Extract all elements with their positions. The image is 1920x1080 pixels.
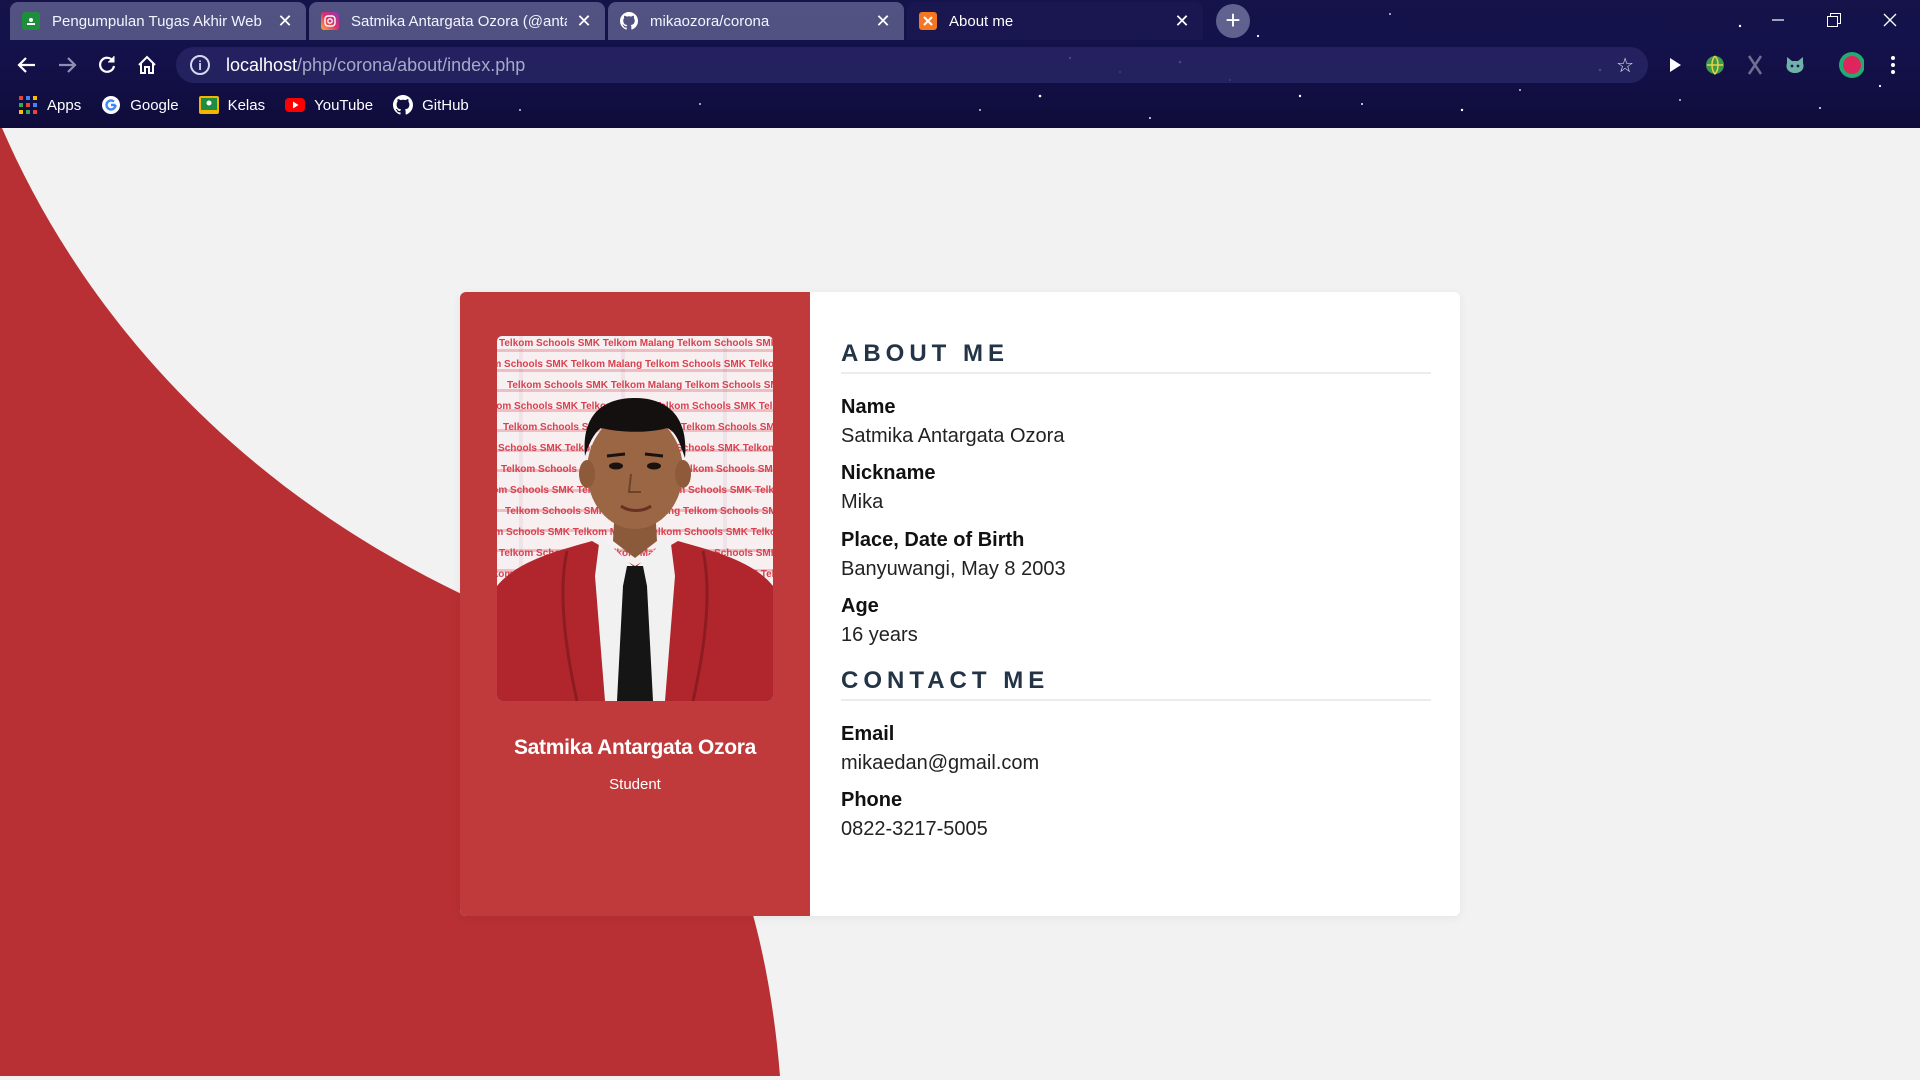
- profile-role: Student: [609, 776, 661, 793]
- google-classroom-icon: [22, 12, 40, 30]
- minimize-button[interactable]: [1750, 0, 1806, 40]
- bookmark-youtube[interactable]: YouTube: [285, 95, 373, 115]
- github-icon: [393, 95, 414, 115]
- home-icon: [138, 55, 156, 74]
- tab-classroom[interactable]: Pengumpulan Tugas Akhir Web ✕: [10, 2, 306, 40]
- field-label-nickname: Nickname: [841, 462, 936, 484]
- bookmark-google[interactable]: Google: [101, 95, 179, 115]
- close-tab-icon[interactable]: ✕: [1173, 11, 1191, 31]
- about-me-heading: ABOUT ME: [841, 340, 1009, 367]
- field-value-name: Satmika Antargata Ozora: [841, 425, 1065, 447]
- field-value-phone: 0822-3217-5005: [841, 818, 988, 840]
- home-button[interactable]: [130, 48, 164, 82]
- close-tab-icon[interactable]: ✕: [276, 11, 294, 31]
- close-tab-icon[interactable]: ✕: [575, 11, 593, 31]
- field-value-age: 16 years: [841, 624, 918, 646]
- close-icon: [1883, 13, 1897, 27]
- x-extension-icon[interactable]: [1742, 52, 1768, 78]
- forward-arrow-icon: [59, 57, 77, 73]
- menu-button[interactable]: [1880, 52, 1906, 78]
- google-classroom-icon: [198, 95, 219, 115]
- apps-grid-icon: [18, 95, 38, 115]
- globe-extension-icon[interactable]: [1702, 52, 1728, 78]
- bookmark-label: GitHub: [422, 96, 469, 114]
- bookmark-apps[interactable]: Apps: [18, 95, 81, 115]
- restore-icon: [1827, 13, 1841, 27]
- bookmarks-bar: Apps Google Kelas YouTube GitHub: [0, 90, 1920, 120]
- field-label-birth: Place, Date of Birth: [841, 529, 1025, 551]
- bookmark-kelas[interactable]: Kelas: [198, 95, 266, 115]
- student-portrait: [497, 398, 773, 701]
- page-viewport: Telkom Schools SMK Telkom Malang Telkom …: [0, 128, 1920, 1076]
- bookmark-star-icon[interactable]: ☆: [1616, 53, 1634, 78]
- tab-instagram[interactable]: Satmika Antargata Ozora (@anta ✕: [309, 2, 605, 40]
- bookmark-label: Kelas: [227, 96, 266, 114]
- field-value-email: mikaedan@gmail.com: [841, 752, 1040, 774]
- forward-button[interactable]: [50, 48, 84, 82]
- profile-sidebar: Telkom Schools SMK Telkom Malang Telkom …: [460, 292, 810, 916]
- bookmark-github[interactable]: GitHub: [393, 95, 469, 115]
- field-value-birth: Banyuwangi, May 8 2003: [841, 558, 1066, 580]
- profile-avatar[interactable]: [1838, 52, 1864, 78]
- field-label-email: Email: [841, 723, 895, 745]
- browser-toolbar: i localhost/php/corona/about/index.php ☆: [0, 44, 1920, 86]
- google-icon: [101, 95, 121, 115]
- bookmark-label: Google: [130, 96, 179, 114]
- back-arrow-icon: [17, 57, 35, 73]
- field-label-name: Name: [841, 396, 896, 418]
- back-button[interactable]: [10, 48, 44, 82]
- field-label-age: Age: [841, 595, 879, 617]
- new-tab-button[interactable]: +: [1216, 4, 1250, 38]
- reload-icon: [99, 56, 116, 73]
- address-bar[interactable]: i localhost/php/corona/about/index.php ☆: [176, 47, 1648, 83]
- bookmark-label: YouTube: [314, 96, 374, 114]
- tab-github[interactable]: mikaozora/corona ✕: [608, 2, 904, 40]
- contact-divider: [841, 699, 1431, 701]
- cat-extension-icon[interactable]: [1782, 52, 1808, 78]
- url-text: localhost/php/corona/about/index.php: [226, 55, 525, 76]
- contact-me-heading: CONTACT ME: [841, 667, 1050, 694]
- reload-button[interactable]: [90, 48, 124, 82]
- field-value-nickname: Mika: [841, 491, 884, 513]
- instagram-icon: [321, 12, 339, 30]
- kebab-menu-icon: [1891, 56, 1895, 74]
- profile-details: ABOUT ME Name Satmika Antargata Ozora Ni…: [841, 292, 1431, 916]
- tab-strip: Pengumpulan Tugas Akhir Web ✕ Satmika An…: [0, 0, 1920, 40]
- browser-chrome: Pengumpulan Tugas Akhir Web ✕ Satmika An…: [0, 0, 1920, 128]
- profile-photo: Telkom Schools SMK Telkom Malang Telkom …: [497, 336, 773, 701]
- bookmark-label: Apps: [47, 96, 82, 114]
- tab-title: Satmika Antargata Ozora (@anta: [351, 12, 567, 30]
- close-tab-icon[interactable]: ✕: [874, 11, 892, 31]
- tab-title: mikaozora/corona: [650, 12, 770, 30]
- youtube-icon: [285, 95, 306, 115]
- tab-title: Pengumpulan Tugas Akhir Web: [52, 12, 262, 30]
- xampp-icon: [919, 12, 937, 30]
- about-divider: [841, 372, 1431, 374]
- tab-about-me[interactable]: About me ✕: [907, 2, 1203, 40]
- tab-title: About me: [949, 12, 1014, 30]
- url-host: localhost: [226, 54, 298, 75]
- profile-name: Satmika Antargata Ozora: [513, 736, 757, 759]
- cast-extension-icon[interactable]: [1662, 52, 1688, 78]
- minimize-icon: [1772, 19, 1784, 21]
- site-info-icon[interactable]: i: [190, 55, 210, 75]
- restore-button[interactable]: [1806, 0, 1862, 40]
- close-window-button[interactable]: [1862, 0, 1918, 40]
- field-label-phone: Phone: [841, 789, 903, 811]
- profile-card: Telkom Schools SMK Telkom Malang Telkom …: [460, 292, 1460, 916]
- github-icon: [620, 12, 638, 30]
- url-path: /php/corona/about/index.php: [297, 54, 526, 75]
